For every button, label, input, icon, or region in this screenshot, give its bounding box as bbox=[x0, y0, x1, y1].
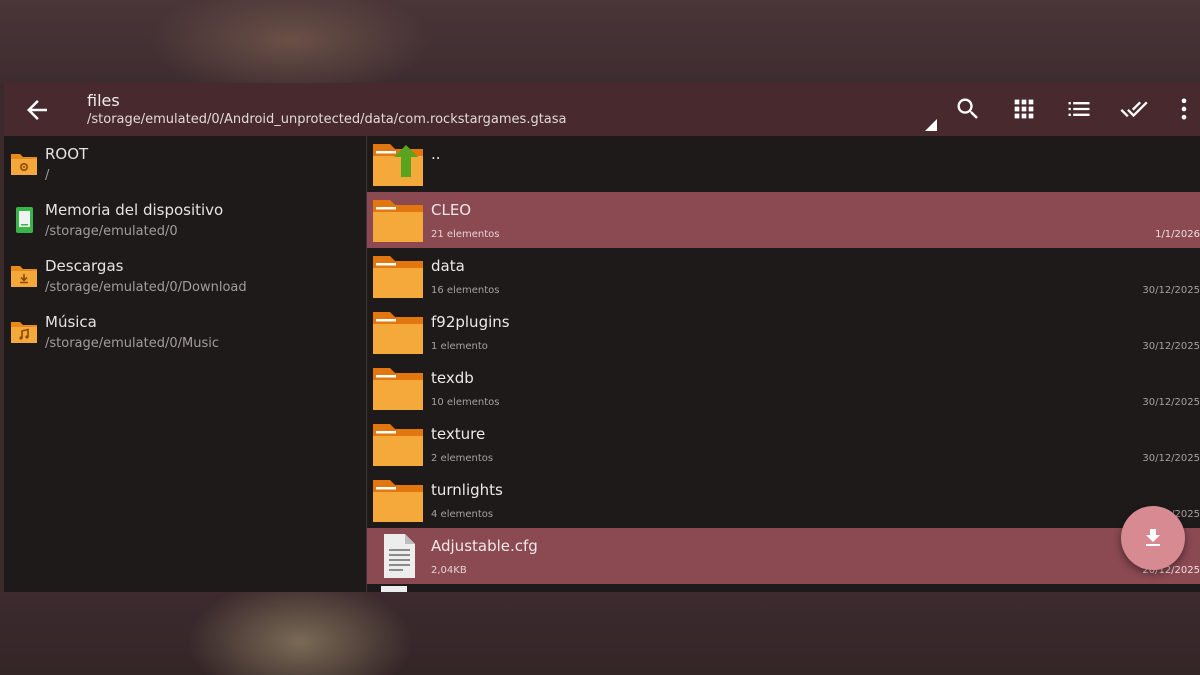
select-all-icon bbox=[1120, 101, 1148, 118]
folder-icon bbox=[373, 200, 423, 242]
folder-icon bbox=[373, 312, 423, 354]
folder-icon bbox=[373, 368, 423, 410]
file-date: 30/12/2025 bbox=[1142, 397, 1200, 408]
list-item[interactable]: texture 2 elementos 30/12/2025 bbox=[367, 416, 1200, 472]
list-item[interactable]: turnlights 4 elementos 30/12/2025 bbox=[367, 472, 1200, 528]
bookmark-path: /storage/emulated/0/Music bbox=[45, 336, 219, 351]
download-folder-icon bbox=[11, 266, 37, 287]
file-meta: 2 elementos bbox=[431, 453, 494, 464]
toolbar: files /storage/emulated/0/Android_unprot… bbox=[4, 83, 1200, 136]
background-top bbox=[0, 0, 1200, 83]
more-vert-icon bbox=[1181, 98, 1187, 120]
bookmark-name: Memoria del dispositivo bbox=[45, 201, 224, 219]
list-view-icon bbox=[1068, 102, 1090, 116]
file-date: 1/1/2026 bbox=[1155, 229, 1200, 240]
folder-icon bbox=[373, 256, 423, 298]
download-icon bbox=[1146, 529, 1160, 546]
file-meta: 21 elementos bbox=[431, 229, 500, 240]
grid-view-button[interactable] bbox=[1010, 95, 1038, 123]
list-item[interactable]: data 16 elementos 30/12/2025 bbox=[367, 248, 1200, 304]
file-name: turnlights bbox=[431, 481, 503, 499]
download-fab[interactable] bbox=[1121, 506, 1185, 570]
bookmark-downloads[interactable]: Descargas /storage/emulated/0/Download bbox=[4, 248, 366, 304]
bookmark-name: ROOT bbox=[45, 145, 89, 163]
file-date: 30/12/2025 bbox=[1142, 285, 1200, 296]
folder-icon bbox=[373, 424, 423, 466]
toolbar-path: /storage/emulated/0/Android_unprotected/… bbox=[87, 112, 567, 127]
file-name: texdb bbox=[431, 369, 474, 387]
more-options-button[interactable] bbox=[1170, 95, 1198, 123]
file-meta: 16 elementos bbox=[431, 285, 500, 296]
bookmark-music[interactable]: Música /storage/emulated/0/Music bbox=[4, 304, 366, 360]
root-folder-icon bbox=[11, 154, 37, 175]
file-list: .. CLEO 21 elementos 1/1/2026 data 16 el… bbox=[367, 136, 1200, 592]
list-item[interactable]: texdb 10 elementos 30/12/2025 bbox=[367, 360, 1200, 416]
file-date: 30/12/2025 bbox=[1142, 453, 1200, 464]
bookmark-name: Música bbox=[45, 313, 97, 331]
file-meta: 1 elemento bbox=[431, 341, 488, 352]
path-corner-marker bbox=[925, 119, 937, 131]
bookmark-path: /storage/emulated/0/Download bbox=[45, 280, 247, 295]
list-view-button[interactable] bbox=[1065, 95, 1093, 123]
list-item-parent[interactable]: .. bbox=[367, 136, 1200, 192]
list-item[interactable]: Adjustable.cfg 2,04KB 20/12/2025 bbox=[367, 528, 1200, 584]
file-date: 30/12/2025 bbox=[1142, 341, 1200, 352]
file-meta: 10 elementos bbox=[431, 397, 500, 408]
file-name: texture bbox=[431, 425, 486, 443]
file-manager-window: files /storage/emulated/0/Android_unprot… bbox=[4, 83, 1200, 592]
select-all-button[interactable] bbox=[1120, 95, 1148, 123]
list-item[interactable]: f92plugins 1 elemento 30/12/2025 bbox=[367, 304, 1200, 360]
folder-icon bbox=[373, 480, 423, 522]
music-folder-icon bbox=[11, 322, 37, 343]
partial-file-icon bbox=[381, 586, 407, 592]
background-bottom bbox=[0, 592, 1200, 675]
bookmark-device-storage[interactable]: Memoria del dispositivo /storage/emulate… bbox=[4, 192, 366, 248]
bookmarks-pane: ROOT / Memoria del dispositivo /storage/… bbox=[4, 136, 366, 592]
bookmark-root[interactable]: ROOT / bbox=[4, 136, 366, 192]
text-file-icon bbox=[384, 534, 415, 578]
search-button[interactable] bbox=[954, 95, 982, 123]
file-name: f92plugins bbox=[431, 313, 510, 331]
search-icon bbox=[957, 98, 978, 119]
bookmark-path: / bbox=[45, 168, 50, 183]
device-storage-icon bbox=[16, 207, 33, 233]
bookmark-path: /storage/emulated/0 bbox=[45, 224, 178, 239]
file-meta: 2,04KB bbox=[431, 565, 467, 576]
file-name: Adjustable.cfg bbox=[431, 537, 538, 555]
grid-view-icon bbox=[1014, 99, 1034, 119]
parent-folder-icon bbox=[373, 144, 423, 186]
back-button[interactable] bbox=[22, 95, 52, 125]
file-meta: 4 elementos bbox=[431, 509, 494, 520]
file-name: data bbox=[431, 257, 465, 275]
toolbar-title: files bbox=[87, 91, 120, 110]
file-name: CLEO bbox=[431, 201, 472, 219]
back-arrow-icon bbox=[27, 100, 47, 120]
file-name: .. bbox=[431, 145, 441, 163]
list-item-partial[interactable] bbox=[367, 584, 1200, 592]
bookmark-name: Descargas bbox=[45, 257, 124, 275]
list-item[interactable]: CLEO 21 elementos 1/1/2026 bbox=[367, 192, 1200, 248]
